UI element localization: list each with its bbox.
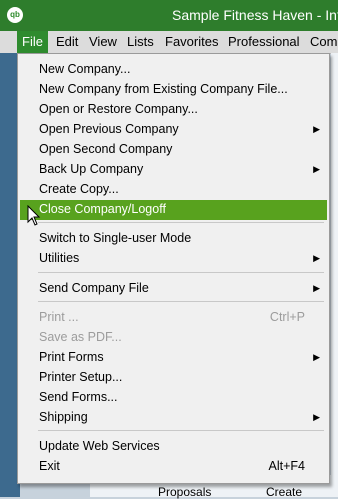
- menu-item-label: Utilities: [39, 251, 80, 265]
- submenu-arrow-icon: ▶: [313, 412, 320, 422]
- submenu-arrow-icon: ▶: [313, 352, 320, 362]
- menu-item-label: Back Up Company: [39, 162, 144, 176]
- menu-item-shortcut: Alt+F4: [268, 459, 305, 473]
- menu-item-back-up[interactable]: Back Up Company ▶: [20, 160, 327, 180]
- menu-item-save-as-pdf[interactable]: Save as PDF...: [20, 328, 327, 348]
- menu-file[interactable]: File: [17, 31, 48, 53]
- menu-separator: [38, 430, 324, 431]
- menu-item-label: Open Previous Company: [39, 122, 179, 136]
- menu-item-label: Send Forms...: [39, 390, 118, 404]
- menu-item-printer-setup[interactable]: Printer Setup...: [20, 368, 327, 388]
- submenu-arrow-icon: ▶: [313, 253, 320, 263]
- submenu-arrow-icon: ▶: [313, 164, 320, 174]
- menu-edit[interactable]: Edit: [56, 34, 78, 49]
- menu-item-label: Print Forms: [39, 350, 104, 364]
- menu-item-open-restore[interactable]: Open or Restore Company...: [20, 100, 327, 120]
- menu-item-new-company[interactable]: New Company...: [20, 60, 327, 80]
- menu-item-label: Send Company File: [39, 281, 149, 295]
- menu-item-label: Switch to Single-user Mode: [39, 231, 192, 245]
- background-panel: [331, 53, 338, 475]
- menu-item-open-previous[interactable]: Open Previous Company ▶: [20, 120, 327, 140]
- menu-item-label: Shipping: [39, 410, 88, 424]
- menu-item-label: Update Web Services: [39, 439, 160, 453]
- menu-bar: File Edit View Lists Favorites Professio…: [0, 31, 338, 54]
- menu-item-label: Open or Restore Company...: [39, 102, 198, 116]
- menu-separator: [38, 272, 324, 273]
- menu-item-label: Save as PDF...: [39, 330, 122, 344]
- menu-item-create-copy[interactable]: Create Copy...: [20, 180, 327, 200]
- menu-item-single-user-mode[interactable]: Switch to Single-user Mode: [20, 229, 327, 249]
- menu-item-update-web-services[interactable]: Update Web Services: [20, 437, 327, 457]
- menu-item-open-second[interactable]: Open Second Company: [20, 140, 327, 160]
- menu-professional[interactable]: Professional: [228, 34, 300, 49]
- menu-item-exit[interactable]: Exit Alt+F4: [20, 457, 327, 477]
- menu-item-label: Create Copy...: [39, 182, 119, 196]
- window-title: Sample Fitness Haven - Intu: [172, 7, 338, 23]
- menu-separator: [38, 222, 324, 223]
- menu-separator: [38, 301, 324, 302]
- menu-item-shipping[interactable]: Shipping ▶: [20, 408, 327, 428]
- menu-item-print[interactable]: Print ... Ctrl+P: [20, 308, 327, 328]
- menu-item-label: Open Second Company: [39, 142, 173, 156]
- submenu-arrow-icon: ▶: [313, 283, 320, 293]
- menu-item-label: Printer Setup...: [39, 370, 123, 384]
- menu-favorites[interactable]: Favorites: [165, 34, 218, 49]
- menu-item-new-company-from-existing[interactable]: New Company from Existing Company File..…: [20, 80, 327, 100]
- menu-item-print-forms[interactable]: Print Forms ▶: [20, 348, 327, 368]
- file-menu-dropdown: New Company... New Company from Existing…: [17, 53, 330, 484]
- mouse-pointer-icon: [27, 205, 41, 226]
- menu-item-shortcut: Ctrl+P: [269, 310, 305, 324]
- menu-view[interactable]: View: [89, 34, 117, 49]
- menu-lists[interactable]: Lists: [127, 34, 154, 49]
- menu-item-send-forms[interactable]: Send Forms...: [20, 388, 327, 408]
- menu-item-close-company[interactable]: Close Company/Logoff: [20, 200, 327, 220]
- quickbooks-logo-icon: qb: [7, 7, 23, 23]
- menu-item-utilities[interactable]: Utilities ▶: [20, 249, 327, 269]
- menu-item-send-company-file[interactable]: Send Company File ▶: [20, 279, 327, 299]
- title-bar: qb Sample Fitness Haven - Intu: [0, 0, 338, 31]
- menu-company[interactable]: Com: [310, 34, 337, 49]
- menu-item-label: New Company...: [39, 62, 131, 76]
- menu-item-label: Close Company/Logoff: [39, 202, 166, 216]
- menu-item-label: Exit: [39, 459, 60, 473]
- submenu-arrow-icon: ▶: [313, 124, 320, 134]
- menu-item-label: New Company from Existing Company File..…: [39, 82, 288, 96]
- menu-item-label: Print ...: [39, 310, 79, 324]
